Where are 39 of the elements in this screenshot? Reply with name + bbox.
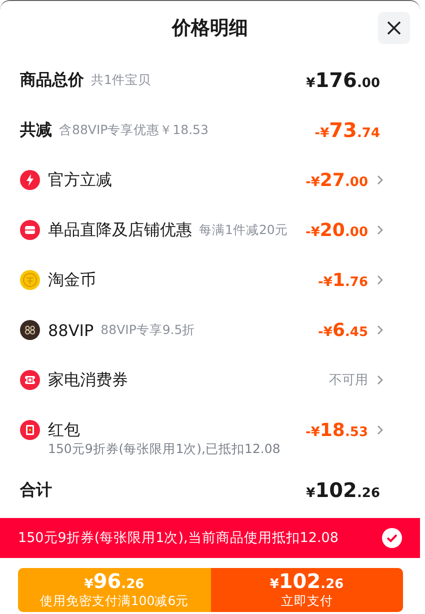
discount-amount: -¥27.00 (305, 170, 368, 190)
chevron-icon (376, 174, 384, 186)
discount-label[interactable]: 官方立减 (48, 170, 112, 190)
discount-note: 88VIP专享9.5折 (100, 322, 196, 338)
discount-label[interactable]: 红包 (48, 420, 80, 440)
discount-amount: -¥1.76 (318, 270, 368, 290)
status-text: 不可用 (329, 372, 368, 389)
chevron-icon (376, 424, 384, 436)
chevron-icon (376, 374, 384, 386)
coupon-detail: 150元9折券(每张限用1次),已抵扣12.08 (47, 441, 282, 458)
close-button[interactable] (378, 12, 410, 44)
discount-label[interactable]: 单品直降及店铺优惠 (48, 220, 192, 240)
vip-icon (20, 320, 40, 340)
check-icon[interactable] (382, 528, 402, 548)
discount-label[interactable]: 淘金币 (48, 270, 96, 290)
total-label: 合计 (20, 480, 52, 500)
discount-label[interactable]: 88VIP (48, 320, 94, 340)
discount-note: 每满1件减20元 (199, 222, 288, 238)
summary-label: 共减 (20, 120, 52, 140)
packet-icon (20, 420, 40, 440)
chevron-icon (376, 274, 384, 286)
sheet-title: 价格明细 (172, 16, 248, 41)
summary-label: 商品总价 (20, 70, 84, 90)
close-icon (386, 20, 402, 36)
summary-amount: ¥176.00 (306, 68, 380, 92)
discount-amount: -¥18.53 (305, 420, 368, 440)
summary-note: 共1件宝贝 (91, 72, 151, 88)
coin-icon (20, 270, 40, 290)
summary-note: 含88VIP专享优惠￥18.53 (59, 122, 208, 138)
chevron-icon (376, 224, 384, 236)
discount-amount: -¥6.45 (318, 320, 368, 340)
summary-amount: -¥73.74 (314, 118, 380, 142)
total-amount: ¥102.26 (306, 478, 380, 502)
shop-icon (20, 220, 40, 240)
coupon-banner-text: 150元9折券(每张限用1次),当前商品使用抵扣12.08 (18, 529, 338, 547)
discount-amount: -¥20.00 (305, 220, 368, 240)
bolt-icon (20, 170, 40, 190)
ticket-icon (20, 370, 40, 390)
chevron-icon (376, 324, 384, 336)
